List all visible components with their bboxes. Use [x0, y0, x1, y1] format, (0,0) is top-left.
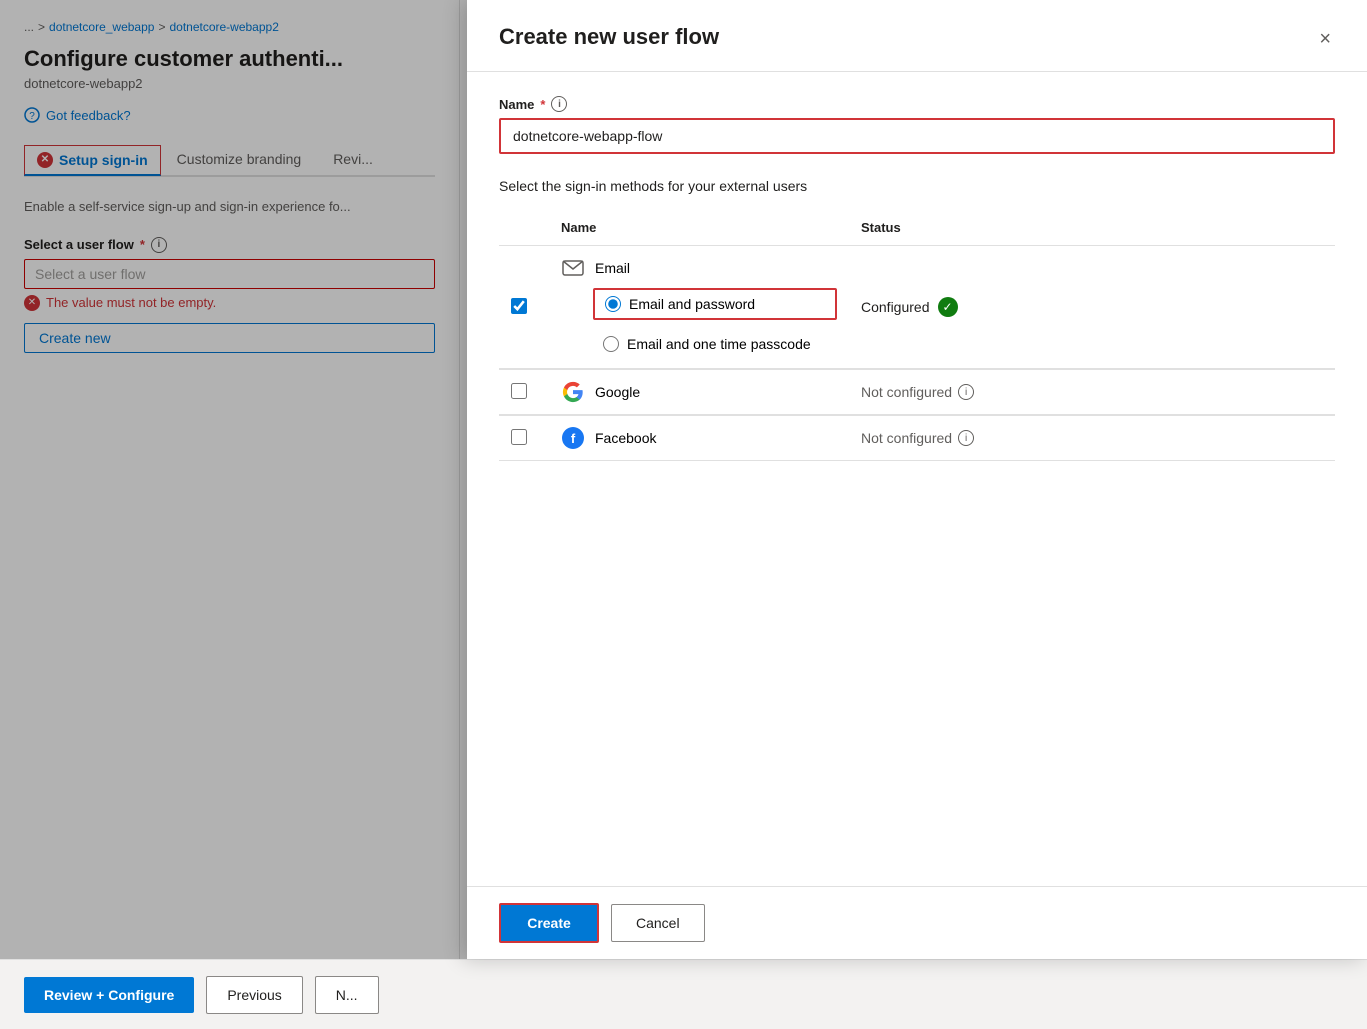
email-password-label: Email and password [629, 296, 755, 312]
email-password-radio[interactable] [605, 296, 621, 312]
col-header-checkbox [499, 210, 549, 246]
col-header-status: Status [849, 210, 1335, 246]
email-otp-radio[interactable] [603, 336, 619, 352]
email-password-option[interactable]: Email and password [593, 288, 837, 320]
email-row: Email Email and password [499, 246, 1335, 369]
review-configure-button[interactable]: Review + Configure [24, 977, 194, 1013]
name-input[interactable] [499, 118, 1335, 154]
facebook-name-cell: f Facebook [561, 426, 837, 450]
email-checkbox[interactable] [511, 298, 527, 314]
create-button[interactable]: Create [499, 903, 599, 943]
google-status-label: Not configured [861, 384, 952, 400]
google-icon [561, 380, 585, 404]
email-icon [561, 256, 585, 280]
methods-table: Name Status [499, 210, 1335, 461]
previous-button[interactable]: Previous [206, 976, 302, 1014]
google-row: Google Not configured i [499, 370, 1335, 415]
google-status: Not configured i [861, 384, 1323, 400]
google-logo-icon [562, 381, 584, 403]
google-checkbox[interactable] [511, 383, 527, 399]
cancel-button[interactable]: Cancel [611, 904, 705, 942]
modal-footer: Create Cancel [467, 886, 1367, 959]
modal-header: Create new user flow × [467, 0, 1367, 72]
facebook-status: Not configured i [861, 430, 1323, 446]
next-button[interactable]: N... [315, 976, 379, 1014]
modal-overlay: Create new user flow × Name * i Select t… [0, 0, 1367, 959]
name-info-icon[interactable]: i [551, 96, 567, 112]
email-otp-option[interactable]: Email and one time passcode [593, 330, 837, 358]
facebook-logo-icon: f [562, 427, 584, 449]
facebook-method-name: Facebook [595, 430, 656, 446]
email-name-cell: Email [561, 256, 837, 280]
facebook-icon: f [561, 426, 585, 450]
google-status-info-icon[interactable]: i [958, 384, 974, 400]
name-form-group: Name * i [499, 96, 1335, 154]
google-method-name: Google [595, 384, 640, 400]
facebook-row: f Facebook Not configured i [499, 416, 1335, 461]
email-method-name: Email [595, 260, 630, 276]
email-otp-label: Email and one time passcode [627, 336, 811, 352]
email-status-label: Configured [861, 299, 930, 315]
modal-panel: Create new user flow × Name * i Select t… [467, 0, 1367, 959]
modal-close-button[interactable]: × [1315, 24, 1335, 55]
configured-check-icon: ✓ [938, 297, 958, 317]
name-required-star: * [540, 97, 545, 112]
email-icon-svg [562, 260, 584, 276]
email-status: Configured ✓ [861, 297, 1323, 317]
modal-body: Name * i Select the sign-in methods for … [467, 72, 1367, 886]
col-header-name: Name [549, 210, 849, 246]
sign-in-methods-label: Select the sign-in methods for your exte… [499, 178, 1335, 194]
bottom-bar: Review + Configure Previous N... [0, 959, 1367, 1029]
facebook-checkbox[interactable] [511, 429, 527, 445]
facebook-status-label: Not configured [861, 430, 952, 446]
google-name-cell: Google [561, 380, 837, 404]
modal-title: Create new user flow [499, 24, 719, 50]
email-suboptions: Email and password Email and one time pa… [561, 288, 837, 358]
name-field-label: Name * i [499, 96, 1335, 112]
facebook-status-info-icon[interactable]: i [958, 430, 974, 446]
